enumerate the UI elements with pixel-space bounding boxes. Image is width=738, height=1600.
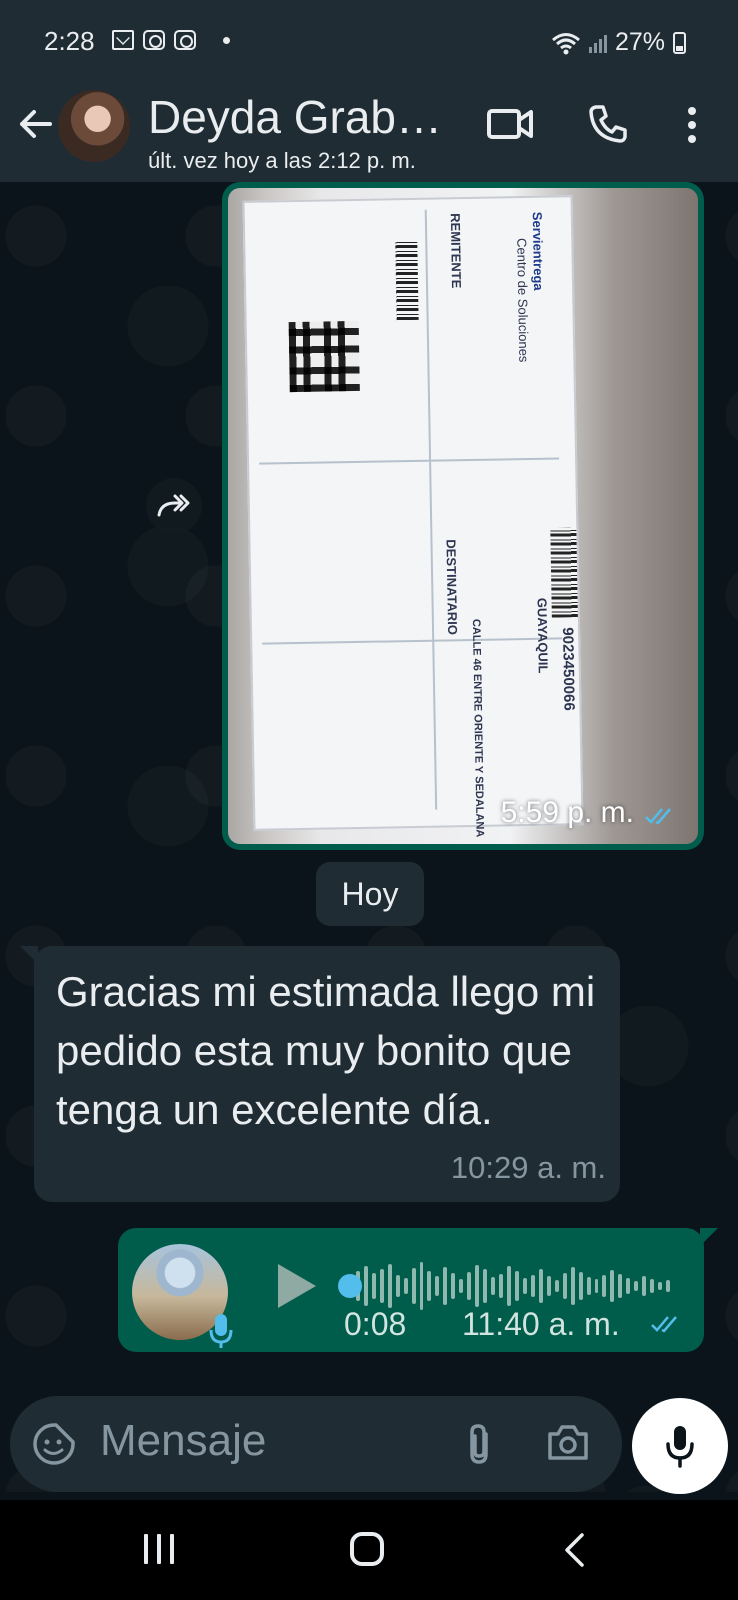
waveform-bar <box>395 1275 400 1297</box>
instagram-icon <box>143 30 165 50</box>
waveform-bar <box>514 1271 519 1301</box>
forward-button[interactable] <box>146 478 202 534</box>
barcode <box>395 239 419 321</box>
play-icon[interactable] <box>274 1262 318 1310</box>
waveform-bar <box>363 1266 368 1306</box>
status-bar: 2:28 27% <box>0 0 738 84</box>
waveform-bar <box>419 1262 424 1310</box>
message-time: 10:29 a. m. <box>450 1150 606 1185</box>
ticket-tracking: 9023450066 <box>559 627 578 711</box>
last-seen-status: últ. vez hoy a las 2:12 p. m. <box>148 148 416 173</box>
qr-code <box>288 320 360 393</box>
incoming-text-message[interactable]: Gracias mi estimada llego mi pedido esta… <box>20 946 620 1202</box>
chat-area[interactable]: REMITENTE Servientrega Centro de Solucio… <box>0 182 738 1492</box>
waveform-bar <box>546 1276 551 1296</box>
recent-apps-button[interactable] <box>144 1534 174 1564</box>
camera-icon[interactable] <box>546 1422 590 1462</box>
avatar[interactable] <box>58 90 130 162</box>
chat-header: Deyda Grab… últ. vez hoy a las 2:12 p. m… <box>0 84 738 182</box>
waveform-bar <box>507 1266 511 1306</box>
waveform-bar <box>522 1278 527 1294</box>
waveform-bar <box>371 1273 376 1299</box>
shipping-receipt-photo[interactable]: REMITENTE Servientrega Centro de Solucio… <box>228 188 698 844</box>
back-arrow-icon[interactable] <box>16 104 56 144</box>
video-call-icon[interactable] <box>486 106 534 142</box>
ticket-remitente: REMITENTE <box>447 213 465 289</box>
waveform-bar <box>467 1272 472 1300</box>
forward-icon <box>157 494 190 517</box>
signal-icon <box>588 33 607 53</box>
mail-icon <box>112 30 134 50</box>
waveform-bar <box>610 1270 615 1302</box>
waveform-bar <box>379 1269 384 1303</box>
ticket-address: CALLE 46 ENTRE ORIENTE Y SEDALANA <box>469 618 486 838</box>
playback-position-dot[interactable] <box>338 1274 362 1298</box>
message-time: 5:59 p. m. <box>500 796 634 829</box>
voice-duration: 0:08 <box>344 1306 407 1342</box>
waveform-bar <box>427 1271 432 1301</box>
waveform-bar <box>650 1279 655 1293</box>
battery-percent: 27% <box>614 28 665 56</box>
message-text: Gracias mi estimada llego mi pedido esta… <box>56 968 596 1133</box>
waveform-bar <box>562 1273 567 1299</box>
message-composer: Mensaje <box>10 1396 622 1492</box>
waveform-bar <box>491 1277 496 1295</box>
message-time: 11:40 a. m. <box>462 1306 620 1342</box>
waveform-bar <box>586 1277 591 1295</box>
wifi-icon <box>551 32 580 54</box>
waveform-bar <box>642 1276 647 1296</box>
status-time: 2:28 <box>44 26 95 56</box>
waveform-bar <box>594 1279 599 1293</box>
phone-call-icon[interactable] <box>588 104 628 144</box>
waveform-bar <box>435 1276 440 1296</box>
contact-name[interactable]: Deyda Grab… <box>148 90 442 144</box>
system-icons: 27% <box>551 28 686 57</box>
voice-message[interactable]: 0:08 11:40 a. m. <box>118 1228 718 1352</box>
waveform-bar <box>499 1274 504 1298</box>
waveform-bar <box>483 1269 488 1303</box>
waveform-bar <box>411 1268 416 1304</box>
voice-record-button[interactable] <box>632 1398 728 1494</box>
notification-icons <box>112 30 230 50</box>
waveform-bar <box>538 1269 543 1303</box>
emoji-sticker-icon[interactable] <box>32 1422 76 1466</box>
ticket-company: Servientrega <box>529 211 547 291</box>
waveform-bar <box>666 1280 671 1292</box>
waveform-bar <box>459 1279 464 1293</box>
waveform-bar <box>443 1267 448 1305</box>
barcode <box>550 527 578 618</box>
waveform-bar <box>618 1274 623 1298</box>
attach-icon[interactable] <box>464 1420 494 1468</box>
mic-icon <box>666 1426 694 1468</box>
battery-icon <box>673 31 686 54</box>
back-button[interactable] <box>562 1532 586 1568</box>
ticket-centro: Centro de Soluciones <box>514 237 532 363</box>
waveform-bar <box>570 1267 575 1305</box>
waveform-bar <box>475 1265 480 1307</box>
waveform-bar <box>602 1275 607 1297</box>
date-separator: Hoy <box>316 862 424 926</box>
ticket-destinatario: DESTINATARIO <box>443 539 461 636</box>
shipping-receipt: REMITENTE Servientrega Centro de Solucio… <box>242 195 584 837</box>
read-ticks-icon <box>645 808 671 825</box>
message-input[interactable]: Mensaje <box>100 1416 266 1466</box>
image-message[interactable]: REMITENTE Servientrega Centro de Solucio… <box>222 182 704 850</box>
waveform-bar <box>403 1278 408 1294</box>
system-navigation-bar <box>0 1500 738 1600</box>
waveform-bar <box>530 1275 535 1297</box>
read-ticks-icon <box>651 1316 677 1333</box>
ticket-city: GUAYAQUIL <box>534 597 551 674</box>
mic-icon <box>209 1314 233 1348</box>
dot-icon <box>223 36 230 44</box>
waveform-bar <box>626 1278 631 1294</box>
waveform-bar <box>554 1280 559 1292</box>
more-options-icon[interactable] <box>684 106 700 144</box>
waveform-bar <box>578 1272 583 1300</box>
waveform-bar <box>634 1281 639 1291</box>
waveform-bar <box>451 1273 456 1299</box>
instagram-icon <box>174 30 196 50</box>
waveform-bar <box>658 1282 663 1290</box>
home-button[interactable] <box>350 1532 384 1566</box>
waveform-bar <box>387 1264 392 1308</box>
